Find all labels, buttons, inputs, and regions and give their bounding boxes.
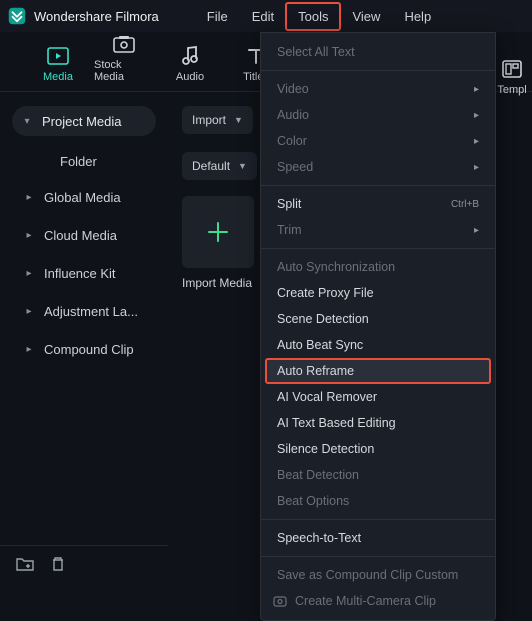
chevron-right-icon: ▸ xyxy=(474,110,479,121)
menu-save-compound: Save as Compound Clip Custom xyxy=(261,562,495,588)
import-label: Import xyxy=(192,113,226,127)
menu-multi-camera: Create Multi-Camera Clip xyxy=(261,588,495,614)
media-icon xyxy=(47,45,69,67)
sidebar-item-folder[interactable]: Folder xyxy=(0,144,168,178)
chevron-down-icon: ▾ xyxy=(22,116,32,127)
import-media-card[interactable] xyxy=(182,196,254,268)
chevron-down-icon: ▼ xyxy=(234,115,243,125)
menu-scene-detection[interactable]: Scene Detection xyxy=(261,306,495,332)
shortcut-label: Ctrl+B xyxy=(451,199,479,210)
delete-icon[interactable] xyxy=(50,556,66,572)
menu-select-all-text: Select All Text xyxy=(261,39,495,65)
menu-file[interactable]: File xyxy=(195,3,240,30)
menu-auto-beat-sync[interactable]: Auto Beat Sync xyxy=(261,332,495,358)
chevron-down-icon: ▼ xyxy=(238,161,247,171)
templates-icon xyxy=(492,58,532,80)
bottom-bar xyxy=(0,545,168,581)
chevron-right-icon: ▸ xyxy=(474,84,479,95)
tab-stock-media-label: Stock Media xyxy=(94,59,154,83)
sidebar-item-label: Influence Kit xyxy=(44,266,116,281)
tab-audio-label: Audio xyxy=(176,71,204,83)
sidebar-item-label: Compound Clip xyxy=(44,342,134,357)
menu-view[interactable]: View xyxy=(340,3,392,30)
menu-edit[interactable]: Edit xyxy=(240,3,286,30)
tab-stock-media[interactable]: Stock Media xyxy=(94,27,154,91)
sidebar-item-label: Adjustment La... xyxy=(44,304,138,319)
sidebar-item-label: Project Media xyxy=(42,114,121,129)
menu-beat-options: Beat Options xyxy=(261,488,495,514)
menu-speed-submenu: Speed▸ xyxy=(261,154,495,180)
sidebar: ▾ Project Media Folder ▸ Global Media ▸ … xyxy=(0,92,168,545)
import-dropdown[interactable]: Import ▼ xyxy=(182,106,253,134)
new-folder-icon[interactable] xyxy=(16,556,34,572)
menu-ai-text-editing[interactable]: AI Text Based Editing xyxy=(261,410,495,436)
app-name: Wondershare Filmora xyxy=(34,9,159,24)
chevron-right-icon: ▸ xyxy=(24,192,34,203)
audio-icon xyxy=(181,45,199,67)
menu-audio-submenu: Audio▸ xyxy=(261,102,495,128)
chevron-right-icon: ▸ xyxy=(24,230,34,241)
chevron-right-icon: ▸ xyxy=(474,136,479,147)
tab-templates[interactable]: Templ xyxy=(492,58,532,96)
tab-audio[interactable]: Audio xyxy=(160,39,220,91)
plus-icon xyxy=(205,219,231,245)
sort-label: Default xyxy=(192,159,230,173)
sidebar-item-global-media[interactable]: ▸ Global Media xyxy=(0,178,168,216)
chevron-right-icon: ▸ xyxy=(474,162,479,173)
menu-color-submenu: Color▸ xyxy=(261,128,495,154)
chevron-right-icon: ▸ xyxy=(24,306,34,317)
menu-trim-submenu: Trim▸ xyxy=(261,217,495,243)
title-bar: Wondershare Filmora File Edit Tools View… xyxy=(0,0,532,32)
camera-icon xyxy=(273,595,289,607)
sort-dropdown[interactable]: Default ▼ xyxy=(182,152,257,180)
menu-silence-detection[interactable]: Silence Detection xyxy=(261,436,495,462)
sidebar-item-label: Cloud Media xyxy=(44,228,117,243)
menu-bar: File Edit Tools View Help xyxy=(195,0,443,32)
menu-auto-reframe[interactable]: Auto Reframe xyxy=(265,358,491,384)
menu-help[interactable]: Help xyxy=(392,3,443,30)
sidebar-item-compound-clip[interactable]: ▸ Compound Clip xyxy=(0,330,168,368)
sidebar-item-label: Folder xyxy=(60,154,97,169)
chevron-right-icon: ▸ xyxy=(24,344,34,355)
chevron-right-icon: ▸ xyxy=(24,268,34,279)
sidebar-item-cloud-media[interactable]: ▸ Cloud Media xyxy=(0,216,168,254)
tools-menu-dropdown: Select All Text Video▸ Audio▸ Color▸ Spe… xyxy=(260,32,496,621)
tab-media[interactable]: Media xyxy=(28,39,88,91)
sidebar-item-label: Global Media xyxy=(44,190,121,205)
stock-media-icon xyxy=(113,33,135,55)
menu-video-submenu: Video▸ xyxy=(261,76,495,102)
menu-create-proxy[interactable]: Create Proxy File xyxy=(261,280,495,306)
sidebar-item-influence-kit[interactable]: ▸ Influence Kit xyxy=(0,254,168,292)
tab-templates-label: Templ xyxy=(497,84,526,96)
chevron-right-icon: ▸ xyxy=(474,225,479,236)
menu-split[interactable]: SplitCtrl+B xyxy=(261,191,495,217)
menu-tools[interactable]: Tools xyxy=(286,3,340,30)
sidebar-item-adjustment-layer[interactable]: ▸ Adjustment La... xyxy=(0,292,168,330)
app-logo-icon xyxy=(8,7,26,25)
tab-media-label: Media xyxy=(43,71,73,83)
sidebar-item-project-media[interactable]: ▾ Project Media xyxy=(12,106,156,136)
menu-ai-vocal-remover[interactable]: AI Vocal Remover xyxy=(261,384,495,410)
menu-beat-detection: Beat Detection xyxy=(261,462,495,488)
menu-speech-to-text[interactable]: Speech-to-Text xyxy=(261,525,495,551)
menu-auto-sync: Auto Synchronization xyxy=(261,254,495,280)
